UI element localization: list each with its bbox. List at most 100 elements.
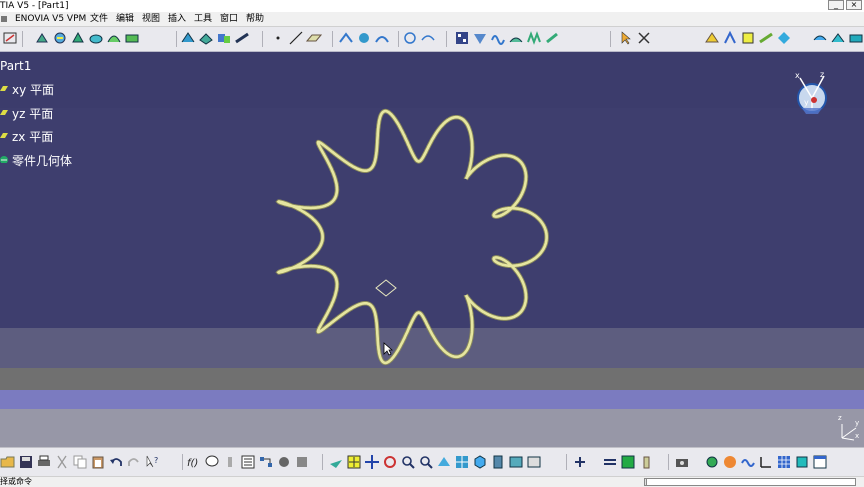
compass-label-z: z	[820, 70, 825, 79]
undo-icon[interactable]	[108, 454, 124, 470]
minimize-button[interactable]: _	[828, 0, 844, 10]
wave-icon[interactable]	[740, 454, 756, 470]
3d-viewport[interactable]: Part1 xy 平面 yz 平面 zx 平面 零件几何体 x z y z y …	[0, 52, 864, 447]
law-icon[interactable]	[544, 30, 560, 46]
blend-icon[interactable]	[198, 30, 214, 46]
open-icon[interactable]	[0, 454, 16, 470]
check-icon[interactable]	[704, 30, 720, 46]
hide-icon[interactable]	[508, 454, 524, 470]
cut-icon[interactable]	[54, 454, 70, 470]
compass[interactable]: x z y	[790, 70, 834, 120]
compass-reset-icon[interactable]	[704, 454, 720, 470]
catalog-icon[interactable]	[240, 454, 256, 470]
snap-icon[interactable]	[636, 30, 652, 46]
menu-window[interactable]: 窗口	[220, 12, 238, 26]
sweep-icon[interactable]	[106, 30, 122, 46]
origin-marker	[375, 279, 397, 297]
copy-icon[interactable]	[72, 454, 88, 470]
menu-insert[interactable]: 插入	[168, 12, 186, 26]
knowledge-icon[interactable]	[204, 454, 220, 470]
layer-icon[interactable]	[620, 454, 636, 470]
top-toolbar	[0, 27, 864, 52]
axis-triad: z y x	[836, 414, 862, 442]
title-bar: TIA V5 - [Part1] _ ×	[0, 0, 864, 12]
multi-view-icon[interactable]	[454, 454, 470, 470]
multi-section-icon[interactable]	[526, 30, 542, 46]
box-icon[interactable]	[740, 30, 756, 46]
app-menu-icon[interactable]	[0, 12, 8, 26]
line-icon[interactable]	[288, 30, 304, 46]
menu-enovia[interactable]: ENOVIA V5 VPM	[15, 12, 86, 26]
shape-icon[interactable]	[776, 30, 792, 46]
spiral-icon[interactable]	[52, 30, 68, 46]
save-icon[interactable]	[18, 454, 34, 470]
sweep-surface-icon[interactable]	[508, 30, 524, 46]
point-icon[interactable]	[34, 30, 50, 46]
sketch-icon[interactable]	[2, 30, 18, 46]
law-editor-icon[interactable]	[222, 454, 238, 470]
menu-file[interactable]: 文件	[90, 12, 108, 26]
zoom-in-icon[interactable]	[400, 454, 416, 470]
swap-icon[interactable]	[294, 454, 310, 470]
hide-show-icon[interactable]	[276, 454, 292, 470]
camera-icon[interactable]	[674, 454, 690, 470]
helix-geometry[interactable]	[0, 52, 864, 447]
redo-icon[interactable]	[126, 454, 142, 470]
svg-text:f(): f()	[187, 458, 198, 469]
extrude-icon[interactable]	[70, 30, 86, 46]
projection-icon[interactable]	[338, 30, 354, 46]
pan-icon[interactable]	[364, 454, 380, 470]
close-button[interactable]: ×	[846, 0, 862, 10]
helix-icon[interactable]	[490, 30, 506, 46]
plane-icon[interactable]	[305, 30, 323, 46]
paste-icon[interactable]	[90, 454, 106, 470]
grid-icon[interactable]	[776, 454, 792, 470]
intersection-icon[interactable]	[356, 30, 372, 46]
menu-edit[interactable]: 编辑	[116, 12, 134, 26]
material-icon[interactable]	[794, 454, 810, 470]
zoom-out-icon[interactable]	[418, 454, 434, 470]
more-icon[interactable]	[848, 30, 864, 46]
menu-tools[interactable]: 工具	[194, 12, 212, 26]
swap-space-icon[interactable]	[526, 454, 542, 470]
circle-icon[interactable]	[402, 30, 418, 46]
compass-label-x: x	[795, 71, 800, 80]
menu-help[interactable]: 帮助	[246, 12, 264, 26]
spline-icon[interactable]	[420, 30, 436, 46]
iso-view-icon[interactable]	[472, 454, 488, 470]
sphere-icon[interactable]	[722, 454, 738, 470]
update-icon[interactable]	[572, 454, 588, 470]
window-title: TIA V5 - [Part1]	[0, 1, 69, 11]
analysis-icon[interactable]	[812, 30, 828, 46]
fill-icon[interactable]	[124, 30, 140, 46]
axis-system-icon[interactable]	[602, 454, 618, 470]
extract-icon[interactable]	[830, 30, 846, 46]
fillet-icon[interactable]	[758, 30, 774, 46]
bottle-icon[interactable]	[638, 454, 654, 470]
formula-icon[interactable]: f()	[186, 454, 202, 470]
menu-view[interactable]: 视图	[142, 12, 160, 26]
fit-all-icon[interactable]	[346, 454, 362, 470]
pattern-icon[interactable]	[454, 30, 470, 46]
helix-outline	[275, 108, 549, 366]
command-input[interactable]	[646, 478, 856, 486]
print-icon[interactable]	[36, 454, 52, 470]
revolve-icon[interactable]	[88, 30, 104, 46]
menu-bar: ENOVIA V5 VPM 文件 编辑 视图 插入 工具 窗口 帮助	[0, 12, 864, 27]
join-icon[interactable]	[216, 30, 232, 46]
fly-mode-icon[interactable]	[328, 454, 344, 470]
transform-icon[interactable]	[472, 30, 488, 46]
split-icon[interactable]	[234, 30, 250, 46]
shading-icon[interactable]	[490, 454, 506, 470]
structure-icon[interactable]	[258, 454, 274, 470]
whats-this-icon[interactable]: ?	[144, 454, 160, 470]
window-icon[interactable]	[812, 454, 828, 470]
parallel-curve-icon[interactable]	[374, 30, 390, 46]
measure-icon[interactable]	[722, 30, 738, 46]
normal-view-icon[interactable]	[436, 454, 452, 470]
offset-icon[interactable]	[180, 30, 196, 46]
axis-icon[interactable]	[758, 454, 774, 470]
point-create-icon[interactable]	[270, 30, 286, 46]
rotate-icon[interactable]	[382, 454, 398, 470]
select-arrow-icon[interactable]	[618, 30, 634, 46]
